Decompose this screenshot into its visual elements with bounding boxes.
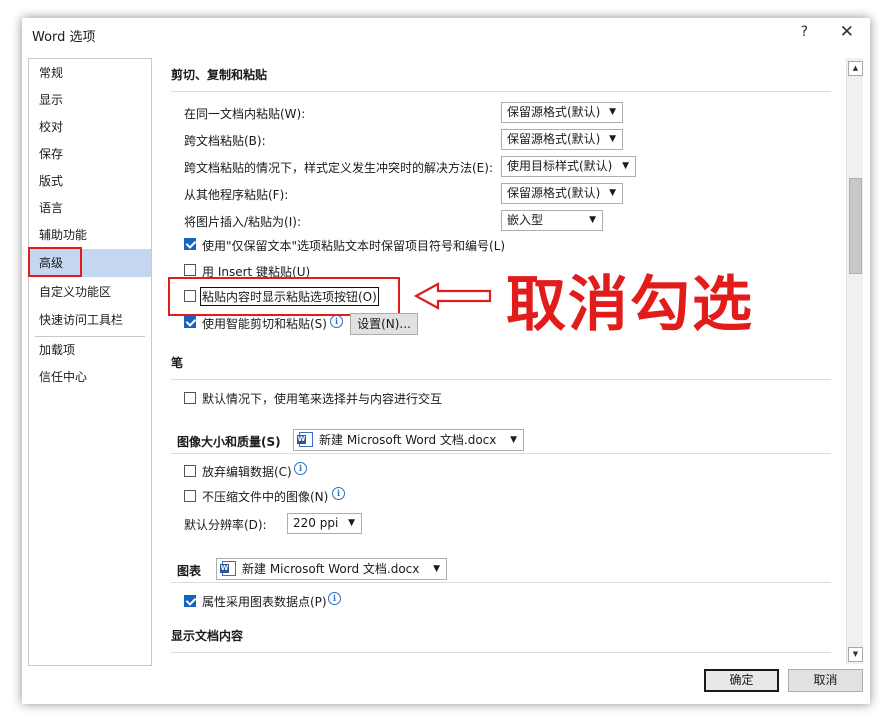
chart-data-point-label: 属性采用图表数据点(P)	[202, 595, 327, 609]
style-conflict-dropdown[interactable]: 使用目标样式(默认) ▼	[501, 156, 636, 177]
section-divider	[171, 453, 831, 454]
chevron-down-icon: ▼	[609, 107, 616, 117]
info-icon: i	[332, 487, 345, 500]
sidebar-item-addins[interactable]: 加载项	[29, 337, 151, 363]
insert-key-paste-checkbox[interactable]	[184, 264, 196, 276]
chevron-down-icon: ▼	[622, 161, 629, 171]
sidebar-item-customize-ribbon[interactable]: 自定义功能区	[29, 279, 151, 305]
smart-cut-paste-checkbox[interactable]	[184, 316, 196, 328]
sidebar-item-quick-access[interactable]: 快速访问工具栏	[29, 307, 151, 333]
chevron-down-icon: ▼	[589, 215, 596, 225]
default-resolution-dropdown[interactable]: 220 ppi ▼	[287, 513, 362, 534]
chart-data-point-checkbox[interactable]	[184, 595, 196, 607]
cancel-button[interactable]: 取消	[788, 669, 863, 692]
word-doc-icon	[220, 561, 236, 576]
scroll-thumb[interactable]	[849, 178, 862, 274]
section-title-show-doc-content: 显示文档内容	[171, 629, 244, 643]
paste-other-programs-label: 从其他程序粘贴(F):	[184, 188, 289, 202]
sidebar-item-layout[interactable]: 版式	[29, 168, 151, 194]
sidebar-item-general[interactable]: 常规	[29, 60, 151, 86]
chevron-down-icon: ▼	[433, 564, 440, 574]
keep-bullets-checkbox[interactable]	[184, 238, 196, 250]
chart-doc-dropdown[interactable]: 新建 Microsoft Word 文档.docx ▼	[216, 558, 447, 580]
dropdown-value: 保留源格式(默认)	[507, 132, 601, 146]
insert-picture-label: 将图片插入/粘贴为(I):	[184, 215, 301, 229]
section-divider	[171, 379, 831, 380]
no-compress-images-label: 不压缩文件中的图像(N)	[202, 490, 329, 504]
insert-picture-dropdown[interactable]: 嵌入型 ▼	[501, 210, 603, 231]
chevron-down-icon: ▼	[609, 134, 616, 144]
paste-between-docs-label: 跨文档粘贴(B):	[184, 134, 266, 148]
dropdown-value: 嵌入型	[507, 213, 544, 227]
help-icon[interactable]: ?	[801, 24, 808, 40]
sidebar-item-trust-center[interactable]: 信任中心	[29, 364, 151, 390]
paste-other-programs-dropdown[interactable]: 保留源格式(默认) ▼	[501, 183, 623, 204]
hollow-arrow-icon	[414, 282, 492, 310]
highlight-advanced-box	[28, 247, 82, 277]
section-title-image-quality: 图像大小和质量(S)	[177, 435, 281, 449]
title-bar: Word 选项 ? ✕	[22, 18, 870, 50]
dropdown-value: 新建 Microsoft Word 文档.docx	[242, 562, 420, 576]
dropdown-value: 保留源格式(默认)	[507, 186, 601, 200]
sidebar-item-display[interactable]: 显示	[29, 87, 151, 113]
section-divider	[171, 91, 831, 92]
pen-select-label: 默认情况下，使用笔来选择并与内容进行交互	[202, 392, 443, 406]
chevron-down-icon: ▼	[510, 435, 517, 445]
sidebar-item-language[interactable]: 语言	[29, 195, 151, 221]
section-title-pen: 笔	[171, 356, 184, 370]
paste-same-doc-label: 在同一文档内粘贴(W):	[184, 107, 306, 121]
smart-cut-paste-label: 使用智能剪切和粘贴(S)	[202, 317, 327, 331]
section-title-chart: 图表	[177, 564, 202, 578]
sidebar-item-save[interactable]: 保存	[29, 141, 151, 167]
scroll-up-arrow-icon[interactable]: ▲	[848, 61, 863, 76]
sidebar: 常规 显示 校对 保存 版式 语言 辅助功能 高级 自定义功能区 快速访问工具栏…	[28, 58, 152, 666]
dropdown-value: 使用目标样式(默认)	[507, 159, 613, 173]
paste-between-docs-dropdown[interactable]: 保留源格式(默认) ▼	[501, 129, 623, 150]
scroll-down-arrow-icon[interactable]: ▼	[848, 647, 863, 662]
highlight-paste-options-box	[168, 277, 400, 316]
info-icon: i	[328, 592, 341, 605]
style-conflict-label: 跨文档粘贴的情况下，样式定义发生冲突时的解决方法(E):	[184, 161, 493, 175]
vertical-scrollbar[interactable]: ▲ ▼	[846, 58, 863, 664]
dropdown-value: 220 ppi	[293, 516, 339, 530]
sidebar-item-accessibility[interactable]: 辅助功能	[29, 222, 151, 248]
no-compress-images-checkbox[interactable]	[184, 490, 196, 502]
section-title-cut-copy-paste: 剪切、复制和粘贴	[171, 68, 268, 82]
word-doc-icon	[297, 432, 313, 447]
paste-same-doc-dropdown[interactable]: 保留源格式(默认) ▼	[501, 102, 623, 123]
smart-paste-settings-button[interactable]: 设置(N)...	[350, 313, 418, 335]
discard-edit-data-label: 放弃编辑数据(C)	[202, 465, 292, 479]
close-icon[interactable]: ✕	[840, 22, 854, 42]
sidebar-item-proofing[interactable]: 校对	[29, 114, 151, 140]
default-resolution-label: 默认分辨率(D):	[184, 518, 267, 532]
ok-button[interactable]: 确定	[704, 669, 779, 692]
info-icon: i	[330, 315, 343, 328]
discard-edit-data-checkbox[interactable]	[184, 465, 196, 477]
chevron-down-icon: ▼	[348, 518, 355, 528]
section-divider	[171, 652, 831, 653]
dropdown-value: 保留源格式(默认)	[507, 105, 601, 119]
pen-select-checkbox[interactable]	[184, 392, 196, 404]
annotation-text: 取消勾选	[506, 270, 754, 340]
chevron-down-icon: ▼	[609, 188, 616, 198]
section-divider	[171, 582, 831, 583]
keep-bullets-label: 使用"仅保留文本"选项粘贴文本时保留项目符号和编号(L)	[202, 239, 506, 253]
image-doc-dropdown[interactable]: 新建 Microsoft Word 文档.docx ▼	[293, 429, 524, 451]
dropdown-value: 新建 Microsoft Word 文档.docx	[319, 433, 497, 447]
info-icon: i	[294, 462, 307, 475]
window-title: Word 选项	[32, 30, 96, 45]
